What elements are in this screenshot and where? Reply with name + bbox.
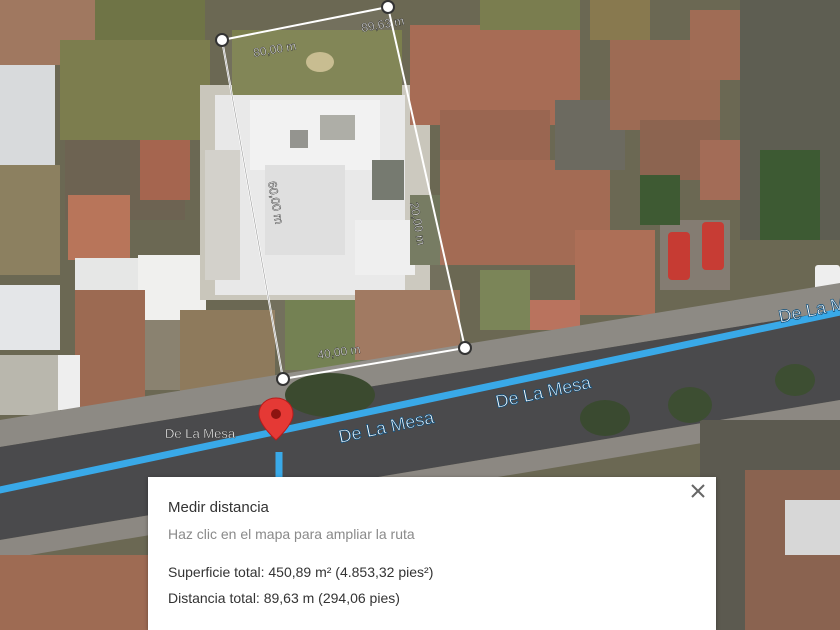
panel-hint: Haz clic en el mapa para ampliar la ruta: [168, 526, 415, 542]
measure-vertex[interactable]: [381, 0, 395, 14]
total-area: Superficie total: 450,89 m² (4.853,32 pi…: [168, 564, 434, 580]
close-button[interactable]: [686, 479, 710, 503]
measure-distance-panel: Medir distancia Haz clic en el mapa para…: [148, 477, 716, 630]
panel-title: Medir distancia: [168, 499, 269, 516]
close-icon[interactable]: [686, 479, 710, 503]
measure-vertex[interactable]: [215, 33, 229, 47]
total-distance: Distancia total: 89,63 m (294,06 pies): [168, 590, 400, 606]
pin-label: De La Mesa: [165, 426, 236, 441]
measure-vertex[interactable]: [276, 372, 290, 386]
measure-vertex[interactable]: [458, 341, 472, 355]
